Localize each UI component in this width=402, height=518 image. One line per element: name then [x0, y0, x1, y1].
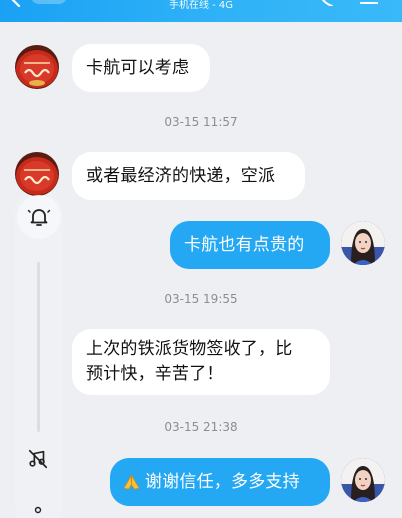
- contact-avatar[interactable]: [15, 152, 59, 196]
- message-text: 卡航可以考虑: [86, 58, 190, 78]
- message-text: 谢谢信任，多多支持: [145, 472, 300, 492]
- message-text: 或者最经济的快递，空派: [86, 166, 276, 186]
- floating-panel-slider-track[interactable]: [37, 262, 40, 432]
- more-icon[interactable]: [32, 506, 44, 516]
- outgoing-message[interactable]: 卡航也有点贵的: [170, 221, 330, 269]
- call-icon[interactable]: [318, 0, 334, 6]
- incoming-message[interactable]: 卡航可以考虑: [72, 44, 210, 92]
- timestamp: 03-15 21:38: [164, 420, 238, 434]
- message-text-line: 上次的铁派货物签收了，比: [86, 339, 293, 359]
- message-text-line: 预计快，辛苦了！: [86, 364, 224, 384]
- chat-header: 手机在线 - 4G: [0, 0, 402, 22]
- user-avatar-image: [341, 458, 385, 502]
- contact-avatar-image: [15, 45, 59, 89]
- pray-hands-emoji: [123, 474, 140, 490]
- menu-icon[interactable]: [360, 0, 378, 4]
- contact-avatar-image: [15, 152, 59, 196]
- timestamp: 03-15 19:55: [164, 292, 238, 306]
- user-avatar-image: [341, 221, 385, 265]
- network-status: 手机在线 - 4G: [168, 0, 234, 11]
- music-off-icon[interactable]: [27, 448, 49, 470]
- timestamp: 03-15 11:57: [164, 115, 238, 129]
- outgoing-message[interactable]: 谢谢信任，多多支持: [110, 458, 330, 506]
- incoming-message[interactable]: 或者最经济的快递，空派: [72, 152, 305, 200]
- message-text: 卡航也有点贵的: [184, 235, 305, 255]
- floating-panel-top: [17, 195, 61, 239]
- user-avatar[interactable]: [341, 458, 385, 502]
- bell-icon[interactable]: [27, 205, 51, 229]
- incoming-message[interactable]: 上次的铁派货物签收了，比 预计快，辛苦了！: [72, 329, 330, 395]
- contact-avatar[interactable]: [15, 45, 59, 89]
- user-avatar[interactable]: [341, 221, 385, 265]
